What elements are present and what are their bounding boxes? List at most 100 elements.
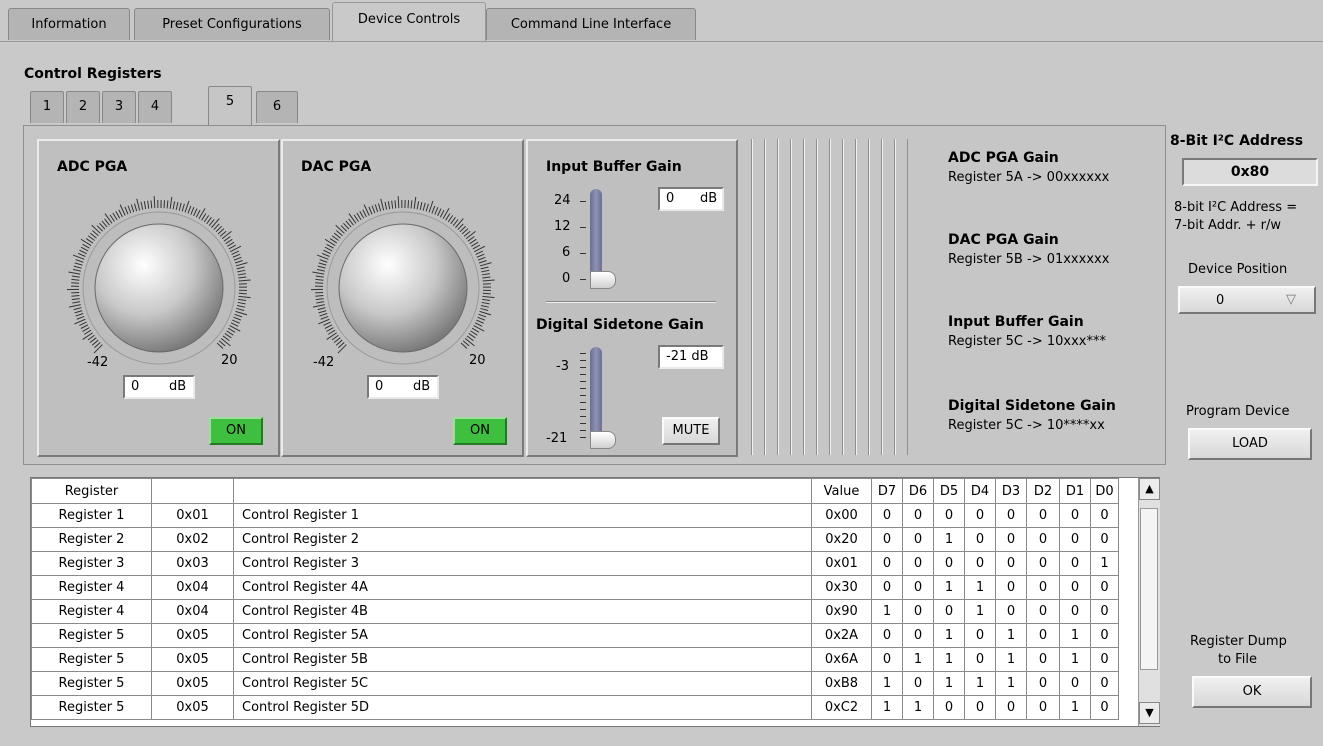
sidetone-slider-thumb[interactable] bbox=[590, 431, 616, 449]
input-buffer-slider-thumb[interactable] bbox=[590, 271, 616, 289]
bit-cell[interactable]: 1 bbox=[995, 623, 1027, 648]
register-dump-ok-button[interactable]: OK bbox=[1192, 676, 1312, 708]
bit-cell[interactable]: 1 bbox=[1059, 695, 1091, 720]
table-row[interactable]: Register 4 0x04 Control Register 4A 0x30 0 0 1… bbox=[31, 575, 1119, 600]
bit-cell[interactable]: 1 bbox=[933, 647, 965, 672]
bit-cell[interactable]: 0 bbox=[1059, 551, 1091, 576]
bit-cell[interactable]: 0 bbox=[871, 647, 903, 672]
register-tab-3[interactable]: 3 bbox=[102, 91, 136, 123]
bit-cell[interactable]: 0 bbox=[933, 551, 965, 576]
adc-pga-on-button[interactable]: ON bbox=[209, 417, 263, 445]
bit-cell[interactable]: 0 bbox=[871, 503, 903, 528]
tab-device-controls[interactable]: Device Controls bbox=[332, 2, 486, 42]
register-tab-5[interactable]: 5 bbox=[208, 86, 252, 126]
table-row[interactable]: Register 5 0x05 Control Register 5B 0x6A 0 1 1… bbox=[31, 647, 1119, 672]
bit-cell[interactable]: 0 bbox=[871, 527, 903, 552]
dac-pga-value-field[interactable]: 0 dB bbox=[367, 375, 439, 399]
bit-cell[interactable]: 0 bbox=[1059, 575, 1091, 600]
bit-cell[interactable]: 1 bbox=[933, 575, 965, 600]
bit-cell[interactable]: 0 bbox=[1026, 647, 1060, 672]
load-button[interactable]: LOAD bbox=[1188, 428, 1312, 460]
bit-cell[interactable]: 1 bbox=[964, 599, 996, 624]
bit-cell[interactable]: 1 bbox=[933, 527, 965, 552]
bit-cell[interactable]: 0 bbox=[1090, 623, 1119, 648]
bit-cell[interactable]: 1 bbox=[1059, 623, 1091, 648]
bit-cell[interactable]: 0 bbox=[995, 503, 1027, 528]
bit-cell[interactable]: 0 bbox=[871, 575, 903, 600]
bit-cell[interactable]: 0 bbox=[1090, 671, 1119, 696]
device-position-select[interactable]: 0 ▽ bbox=[1178, 286, 1316, 314]
bit-cell[interactable]: 0 bbox=[964, 527, 996, 552]
adc-pga-knob[interactable] bbox=[49, 183, 269, 403]
bit-cell[interactable]: 1 bbox=[871, 695, 903, 720]
bit-cell[interactable]: 0 bbox=[933, 503, 965, 528]
dac-pga-knob[interactable] bbox=[293, 183, 513, 403]
bit-cell[interactable]: 0 bbox=[964, 695, 996, 720]
bit-cell[interactable]: 0 bbox=[902, 671, 934, 696]
bit-cell[interactable]: 0 bbox=[1026, 575, 1060, 600]
bit-cell[interactable]: 0 bbox=[871, 551, 903, 576]
table-row[interactable]: Register 4 0x04 Control Register 4B 0x90 1 0 0… bbox=[31, 599, 1119, 624]
bit-cell[interactable]: 1 bbox=[995, 647, 1027, 672]
bit-cell[interactable]: 0 bbox=[995, 575, 1027, 600]
table-row[interactable]: Register 5 0x05 Control Register 5C 0xB8 1 0 1… bbox=[31, 671, 1119, 696]
sidetone-value-field[interactable]: -21 dB bbox=[658, 345, 724, 369]
bit-cell[interactable]: 0 bbox=[1090, 695, 1119, 720]
tab-command-line-interface[interactable]: Command Line Interface bbox=[486, 8, 696, 40]
table-row[interactable]: Register 2 0x02 Control Register 2 0x20 0 0 1 0… bbox=[31, 527, 1119, 552]
table-row[interactable]: Register 1 0x01 Control Register 1 0x00 0 0 0 0… bbox=[31, 503, 1119, 528]
bit-cell[interactable]: 0 bbox=[902, 575, 934, 600]
scroll-up-icon[interactable]: ▲ bbox=[1139, 478, 1160, 500]
bit-cell[interactable]: 0 bbox=[902, 599, 934, 624]
bit-cell[interactable]: 0 bbox=[1026, 599, 1060, 624]
bit-cell[interactable]: 0 bbox=[902, 623, 934, 648]
bit-cell[interactable]: 0 bbox=[1090, 599, 1119, 624]
adc-pga-value-field[interactable]: 0 dB bbox=[123, 375, 195, 399]
bit-cell[interactable]: 1 bbox=[964, 671, 996, 696]
bit-cell[interactable]: 0 bbox=[1059, 527, 1091, 552]
bit-cell[interactable]: 0 bbox=[871, 623, 903, 648]
table-row[interactable]: Register 3 0x03 Control Register 3 0x01 0 0 0 0… bbox=[31, 551, 1119, 576]
bit-cell[interactable]: 0 bbox=[1090, 647, 1119, 672]
bit-cell[interactable]: 0 bbox=[964, 647, 996, 672]
bit-cell[interactable]: 1 bbox=[902, 695, 934, 720]
bit-cell[interactable]: 1 bbox=[933, 671, 965, 696]
bit-cell[interactable]: 1 bbox=[1090, 551, 1119, 576]
bit-cell[interactable]: 0 bbox=[1059, 671, 1091, 696]
register-tab-6[interactable]: 6 bbox=[256, 91, 298, 123]
bit-cell[interactable]: 0 bbox=[902, 503, 934, 528]
register-tab-4[interactable]: 4 bbox=[138, 91, 172, 123]
bit-cell[interactable]: 0 bbox=[1059, 599, 1091, 624]
dac-pga-on-button[interactable]: ON bbox=[453, 417, 507, 445]
bit-cell[interactable]: 0 bbox=[1026, 623, 1060, 648]
bit-cell[interactable]: 0 bbox=[995, 599, 1027, 624]
bit-cell[interactable]: 0 bbox=[1026, 671, 1060, 696]
bit-cell[interactable]: 1 bbox=[995, 671, 1027, 696]
tab-preset-configurations[interactable]: Preset Configurations bbox=[134, 8, 330, 40]
table-row[interactable]: Register 5 0x05 Control Register 5A 0x2A 0 0 1… bbox=[31, 623, 1119, 648]
bit-cell[interactable]: 0 bbox=[1026, 527, 1060, 552]
bit-cell[interactable]: 0 bbox=[1090, 527, 1119, 552]
table-scrollbar[interactable]: ▲ ▼ bbox=[1138, 478, 1160, 726]
bit-cell[interactable]: 0 bbox=[1026, 695, 1060, 720]
bit-cell[interactable]: 0 bbox=[1090, 503, 1119, 528]
bit-cell[interactable]: 0 bbox=[1026, 503, 1060, 528]
bit-cell[interactable]: 0 bbox=[1059, 503, 1091, 528]
bit-cell[interactable]: 1 bbox=[902, 647, 934, 672]
bit-cell[interactable]: 0 bbox=[902, 527, 934, 552]
bit-cell[interactable]: 1 bbox=[933, 623, 965, 648]
bit-cell[interactable]: 1 bbox=[871, 671, 903, 696]
bit-cell[interactable]: 1 bbox=[964, 575, 996, 600]
bit-cell[interactable]: 0 bbox=[995, 551, 1027, 576]
bit-cell[interactable]: 0 bbox=[964, 551, 996, 576]
bit-cell[interactable]: 0 bbox=[1026, 551, 1060, 576]
scroll-thumb[interactable] bbox=[1140, 508, 1158, 670]
mute-button[interactable]: MUTE bbox=[662, 417, 720, 445]
bit-cell[interactable]: 0 bbox=[902, 551, 934, 576]
bit-cell[interactable]: 0 bbox=[964, 503, 996, 528]
scroll-down-icon[interactable]: ▼ bbox=[1139, 702, 1160, 724]
bit-cell[interactable]: 0 bbox=[964, 623, 996, 648]
register-tab-2[interactable]: 2 bbox=[66, 91, 100, 123]
bit-cell[interactable]: 0 bbox=[1090, 575, 1119, 600]
tab-information[interactable]: Information bbox=[8, 8, 130, 40]
